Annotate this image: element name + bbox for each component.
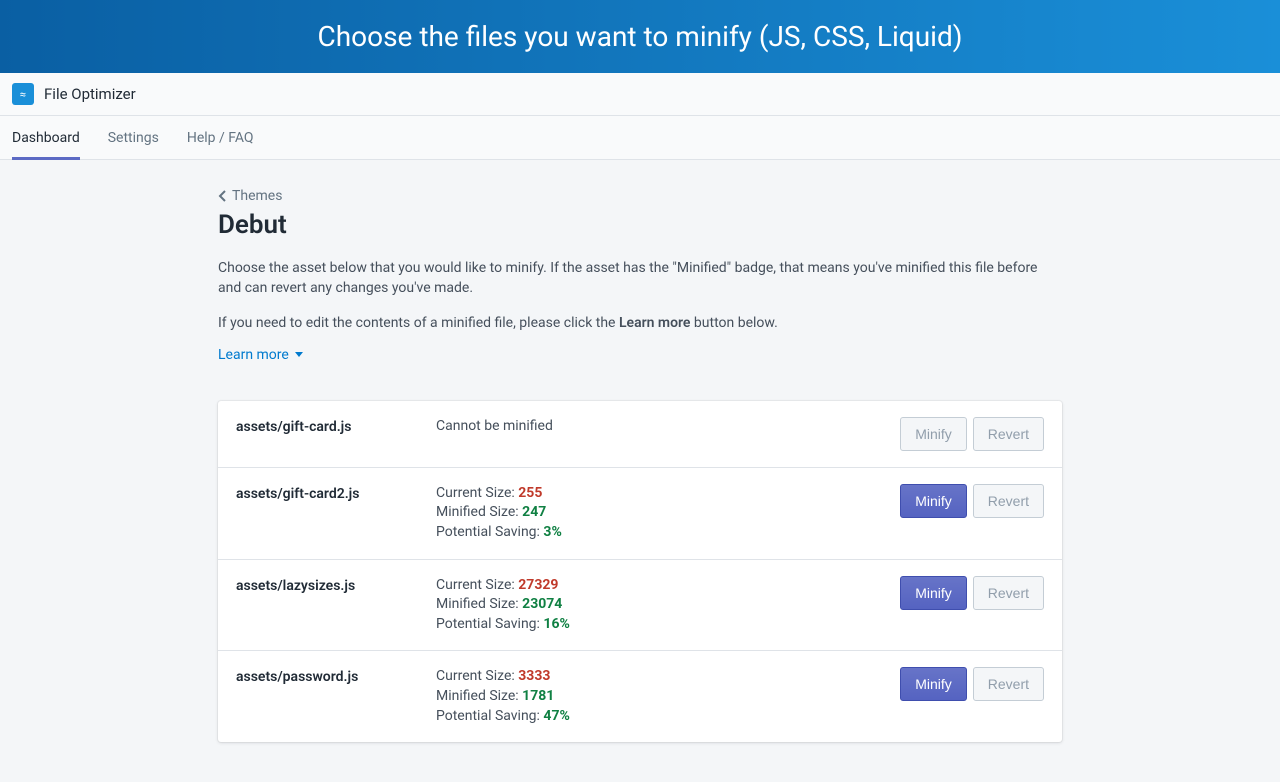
asset-name: assets/gift-card.js bbox=[236, 417, 436, 435]
learn-more-toggle[interactable]: Learn more bbox=[218, 347, 303, 363]
asset-info: Current Size: 27329Minified Size: 23074P… bbox=[436, 576, 900, 635]
intro2-post: button below. bbox=[690, 315, 777, 331]
caret-down-icon bbox=[295, 352, 303, 357]
asset-actions: MinifyRevert bbox=[900, 484, 1044, 518]
page-title: Debut bbox=[218, 210, 1062, 240]
asset-list-card: assets/gift-card.jsCannot be minifiedMin… bbox=[218, 401, 1062, 742]
revert-button: Revert bbox=[973, 667, 1044, 701]
revert-button: Revert bbox=[973, 417, 1044, 451]
minify-button: Minify bbox=[900, 417, 967, 451]
intro2-strong: Learn more bbox=[619, 315, 690, 331]
tab-help-faq[interactable]: Help / FAQ bbox=[187, 116, 254, 159]
breadcrumb-themes[interactable]: Themes bbox=[218, 188, 282, 204]
asset-row: assets/password.jsCurrent Size: 3333Mini… bbox=[218, 651, 1062, 742]
intro-text: Choose the asset below that you would li… bbox=[218, 258, 1062, 363]
intro-paragraph-2: If you need to edit the contents of a mi… bbox=[218, 313, 1062, 333]
asset-info: Current Size: 3333Minified Size: 1781Pot… bbox=[436, 667, 900, 726]
asset-info: Cannot be minified bbox=[436, 417, 900, 437]
asset-row: assets/gift-card2.jsCurrent Size: 255Min… bbox=[218, 468, 1062, 560]
revert-button: Revert bbox=[973, 484, 1044, 518]
minify-button[interactable]: Minify bbox=[900, 576, 967, 610]
app-bar: ≈ File Optimizer bbox=[0, 73, 1280, 116]
asset-row: assets/lazysizes.jsCurrent Size: 27329Mi… bbox=[218, 560, 1062, 652]
revert-button: Revert bbox=[973, 576, 1044, 610]
asset-actions: MinifyRevert bbox=[900, 667, 1044, 701]
intro2-pre: If you need to edit the contents of a mi… bbox=[218, 315, 619, 331]
asset-actions: MinifyRevert bbox=[900, 417, 1044, 451]
asset-row: assets/gift-card.jsCannot be minifiedMin… bbox=[218, 401, 1062, 468]
chevron-left-icon bbox=[218, 190, 228, 202]
tab-settings[interactable]: Settings bbox=[108, 116, 159, 159]
breadcrumb-label: Themes bbox=[232, 188, 282, 204]
promo-banner: Choose the files you want to minify (JS,… bbox=[0, 0, 1280, 73]
tab-bar: Dashboard Settings Help / FAQ bbox=[0, 116, 1280, 160]
banner-headline: Choose the files you want to minify (JS,… bbox=[318, 20, 963, 53]
app-icon: ≈ bbox=[12, 83, 34, 105]
asset-name: assets/lazysizes.js bbox=[236, 576, 436, 594]
minify-button[interactable]: Minify bbox=[900, 667, 967, 701]
asset-name: assets/password.js bbox=[236, 667, 436, 685]
asset-info: Current Size: 255Minified Size: 247Poten… bbox=[436, 484, 900, 543]
asset-name: assets/gift-card2.js bbox=[236, 484, 436, 502]
learn-more-label: Learn more bbox=[218, 347, 289, 363]
tab-dashboard[interactable]: Dashboard bbox=[12, 116, 80, 159]
minify-button[interactable]: Minify bbox=[900, 484, 967, 518]
app-name: File Optimizer bbox=[44, 85, 136, 103]
intro-paragraph-1: Choose the asset below that you would li… bbox=[218, 258, 1062, 299]
page-content: Themes Debut Choose the asset below that… bbox=[218, 160, 1062, 782]
asset-actions: MinifyRevert bbox=[900, 576, 1044, 610]
